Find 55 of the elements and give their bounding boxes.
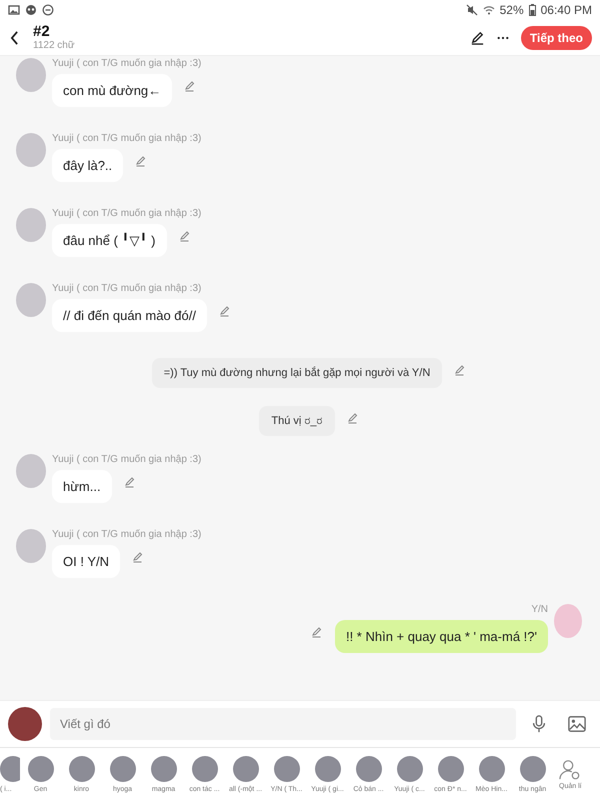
character-avatar[interactable] [396,756,422,782]
sender-name: Yuuji ( con T/G muốn gia nhập :3) [52,58,202,69]
pencil-icon[interactable] [470,30,485,45]
character-avatar[interactable] [274,756,300,782]
avatar-placeholder [16,58,46,92]
narration-bubble: Thú vị ರ_ರ [259,406,335,436]
mask-icon [25,4,37,16]
sender-name: Yuuji ( con T/G muốn gia nhập :3) [52,208,202,219]
character-avatar[interactable] [0,756,20,782]
battery-icon [528,4,536,16]
chapter-title: #2 [33,24,51,40]
more-icon[interactable] [496,36,509,40]
character-avatar[interactable] [356,756,382,782]
character-avatar[interactable] [150,756,176,782]
avatar-placeholder [16,208,46,242]
image-icon[interactable] [568,715,586,733]
character-avatar[interactable] [28,756,54,782]
message-bubble: đây là?.. [52,149,124,182]
sender-name: Yuuji ( con T/G muốn gia nhập :3) [52,529,202,540]
character-avatar[interactable] [110,756,136,782]
word-count: 1122 chữ [33,40,76,51]
chevron-left-icon [10,30,19,44]
clock-time: 06:40 PM [540,3,592,17]
sender-name: Yuuji ( con T/G muốn gia nhập :3) [52,454,202,465]
message-input[interactable]: Viết gì đó [50,708,516,740]
message-bubble: đâu nhể ( ╹▽╹ ) [52,224,166,257]
sender-name: Yuuji ( con T/G muốn gia nhập :3) [52,283,202,294]
character-avatar[interactable] [192,756,218,782]
message-bubble: hừm... [52,470,112,503]
character-avatar[interactable] [68,756,94,782]
message-bubble: // đi đến quán mào đó// [52,299,207,332]
microphone-icon[interactable] [530,715,548,733]
character-avatar[interactable] [232,756,258,782]
sender-name: Y/N [531,604,548,615]
character-avatar[interactable] [520,756,546,782]
character-avatar[interactable] [438,756,464,782]
message-bubble: !! * Nhìn + quay qua * ' ma-má !?' [334,620,548,653]
mute-icon [466,4,478,16]
avatar-placeholder [16,529,46,563]
character-avatar[interactable] [478,756,504,782]
narration-bubble: =)) Tuy mù đường nhưng lại bắt gặp mọi người và Y/N [152,358,442,388]
image-icon [8,4,20,16]
avatar-placeholder[interactable] [8,707,42,741]
avatar-placeholder [16,454,46,488]
avatar-placeholder [554,604,582,638]
avatar-placeholder [16,133,46,167]
character-avatar[interactable] [314,756,340,782]
message-bubble: con mù đường← [52,74,172,107]
message-bubble: OI ! Y/N [52,545,120,578]
minus-circle-icon [42,4,54,16]
sender-name: Yuuji ( con T/G muốn gia nhập :3) [52,133,202,144]
battery-percent: 52% [500,3,524,17]
avatar-placeholder [16,283,46,317]
next-button[interactable]: Tiếp theo [520,26,592,50]
wifi-icon [482,4,495,16]
